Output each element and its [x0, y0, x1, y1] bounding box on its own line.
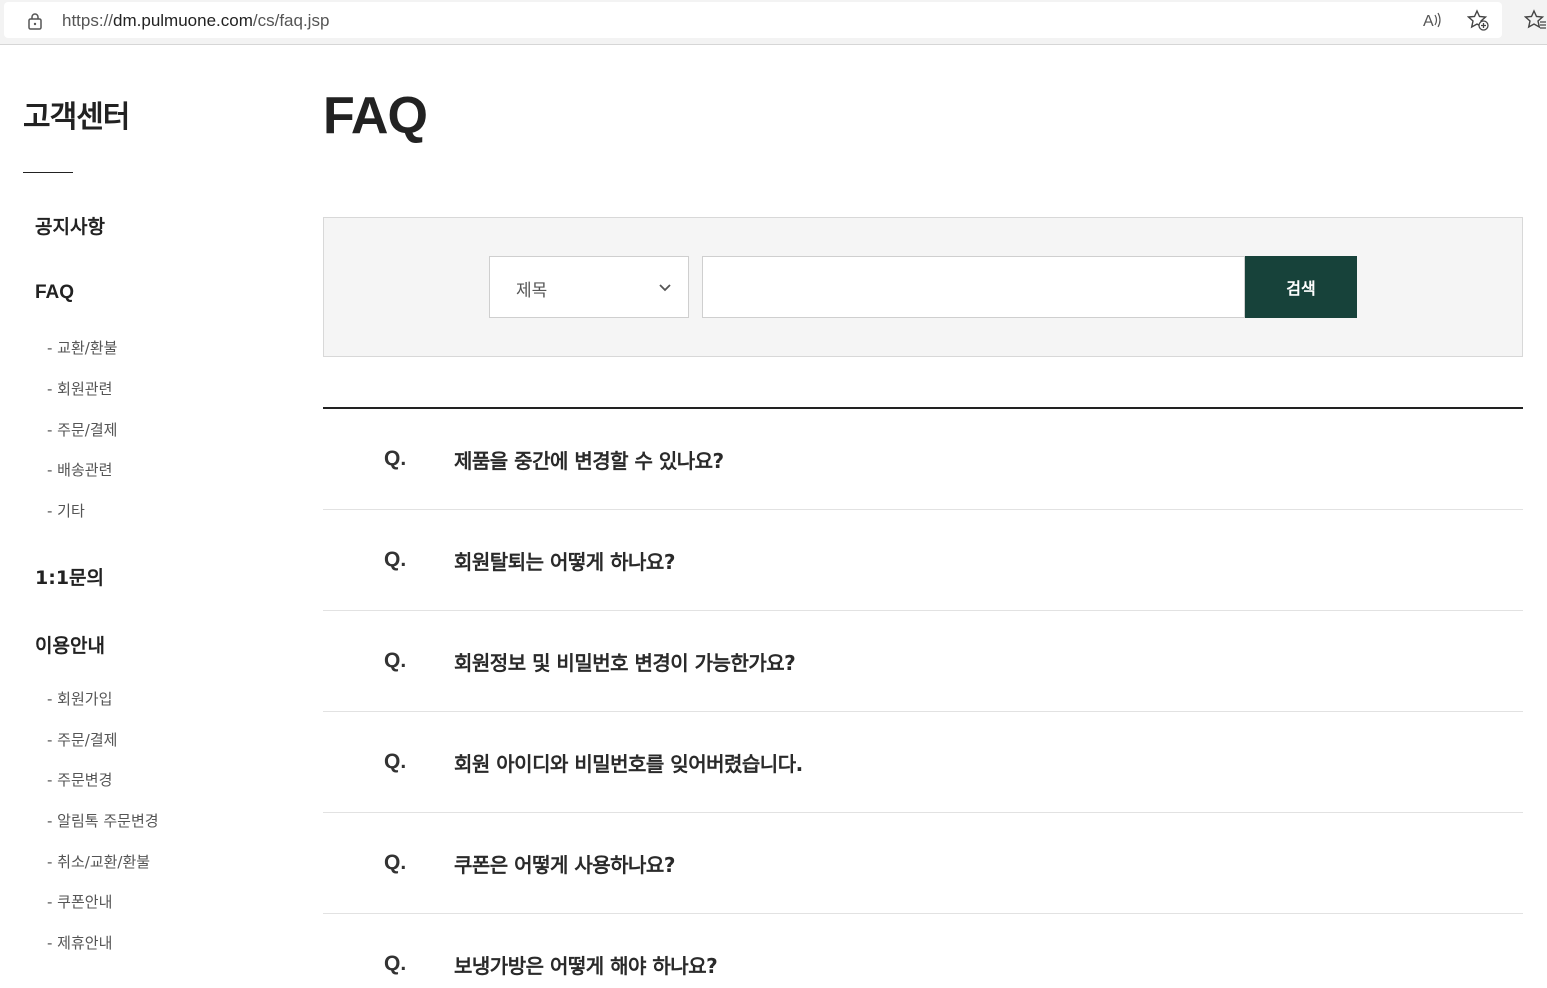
sidebar-subitem-guide-order-payment[interactable]: - 주문/결제: [47, 729, 117, 750]
read-aloud-icon[interactable]: A: [1422, 9, 1444, 31]
faq-q-marker: Q.: [384, 447, 407, 470]
add-favorite-icon[interactable]: [1467, 9, 1489, 31]
sidebar-subitem-delivery[interactable]: - 배송관련: [47, 459, 112, 480]
faq-q-marker: Q.: [384, 952, 407, 975]
sidebar-item-inquiry[interactable]: 1:1문의: [35, 563, 104, 590]
sidebar-subitem-partnership[interactable]: - 제휴안내: [47, 932, 112, 953]
sidebar-divider: [23, 172, 73, 173]
sidebar-subitem-alimtalk-order-change[interactable]: - 알림톡 주문변경: [47, 810, 159, 831]
url-host: dm.pulmuone.com: [113, 11, 253, 30]
sidebar-item-faq[interactable]: FAQ: [35, 282, 74, 304]
faq-item[interactable]: Q. 제품을 중간에 변경할 수 있나요?: [323, 409, 1523, 510]
faq-q-marker: Q.: [384, 750, 407, 773]
search-panel: 제목 검색: [323, 217, 1523, 357]
faq-item[interactable]: Q. 보냉가방은 어떻게 해야 하나요?: [323, 914, 1523, 988]
sidebar-item-guide[interactable]: 이용안내: [35, 631, 105, 658]
browser-toolbar: https://dm.pulmuone.com/cs/faq.jsp A: [0, 0, 1547, 45]
faq-question: 제품을 중간에 변경할 수 있나요?: [454, 449, 724, 473]
sidebar-subitem-coupon[interactable]: - 쿠폰안내: [47, 891, 112, 912]
search-field-select[interactable]: 제목: [489, 256, 689, 318]
faq-question: 회원탈퇴는 어떻게 하나요?: [454, 550, 675, 574]
faq-item[interactable]: Q. 회원정보 및 비밀번호 변경이 가능한가요?: [323, 611, 1523, 712]
chevron-down-icon: [659, 284, 671, 292]
lock-icon[interactable]: [27, 12, 43, 30]
search-button[interactable]: 검색: [1245, 256, 1357, 318]
faq-question: 회원 아이디와 비밀번호를 잊어버렸습니다.: [454, 752, 803, 776]
url-text[interactable]: https://dm.pulmuone.com/cs/faq.jsp: [62, 11, 329, 31]
sidebar-subitem-order-payment[interactable]: - 주문/결제: [47, 419, 117, 440]
page-title: FAQ: [323, 87, 428, 145]
faq-question: 회원정보 및 비밀번호 변경이 가능한가요?: [454, 651, 796, 675]
faq-question: 쿠폰은 어떻게 사용하나요?: [454, 853, 675, 877]
url-path: /cs/faq.jsp: [252, 11, 330, 30]
url-scheme: https://: [62, 11, 114, 30]
sidebar-title: 고객센터: [23, 100, 130, 135]
sidebar-subitem-cancel-exchange-refund[interactable]: - 취소/교환/환불: [47, 851, 150, 872]
search-input[interactable]: [702, 256, 1245, 318]
svg-text:A: A: [1423, 13, 1434, 30]
sidebar-subitem-membership[interactable]: - 회원관련: [47, 378, 112, 399]
sidebar-subitem-etc[interactable]: - 기타: [47, 500, 85, 521]
faq-q-marker: Q.: [384, 548, 407, 571]
faq-item[interactable]: Q. 회원탈퇴는 어떻게 하나요?: [323, 510, 1523, 611]
faq-item[interactable]: Q. 회원 아이디와 비밀번호를 잊어버렸습니다.: [323, 712, 1523, 813]
address-bar[interactable]: https://dm.pulmuone.com/cs/faq.jsp: [4, 2, 1502, 38]
faq-question: 보냉가방은 어떻게 해야 하나요?: [454, 954, 718, 978]
sidebar-item-notice[interactable]: 공지사항: [35, 212, 105, 239]
sidebar-subitem-order-change[interactable]: - 주문변경: [47, 769, 112, 790]
select-value: 제목: [516, 281, 548, 301]
faq-item[interactable]: Q. 쿠폰은 어떻게 사용하나요?: [323, 813, 1523, 914]
faq-q-marker: Q.: [384, 649, 407, 672]
favorites-icon[interactable]: [1524, 9, 1546, 31]
sidebar-subitem-exchange-refund[interactable]: - 교환/환불: [47, 337, 117, 358]
sidebar-subitem-signup[interactable]: - 회원가입: [47, 688, 112, 709]
faq-q-marker: Q.: [384, 851, 407, 874]
